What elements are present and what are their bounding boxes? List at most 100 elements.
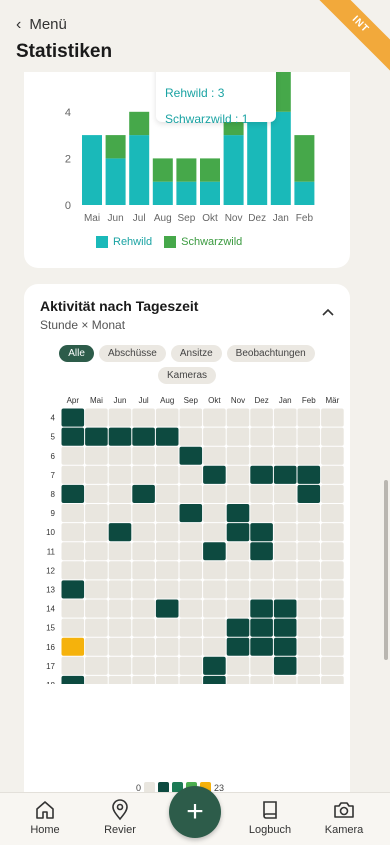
heatmap-cell[interactable]	[203, 637, 226, 656]
heatmap-cell[interactable]	[132, 580, 155, 599]
heatmap-cell[interactable]	[108, 484, 132, 503]
heatmap-cell[interactable]	[155, 656, 179, 675]
heatmap-cell[interactable]	[203, 656, 226, 675]
heatmap-cell[interactable]	[155, 484, 179, 503]
heatmap-cell[interactable]	[108, 504, 132, 523]
heatmap-cell[interactable]	[108, 427, 132, 446]
heatmap-cell[interactable]	[250, 484, 273, 503]
heatmap-cell[interactable]	[132, 523, 155, 542]
heatmap-cell[interactable]	[155, 618, 179, 637]
heatmap-cell[interactable]	[61, 465, 85, 484]
heatmap-cell[interactable]	[273, 656, 297, 675]
heatmap-cell[interactable]	[273, 637, 297, 656]
heatmap-cell[interactable]	[250, 542, 273, 561]
heatmap-cell[interactable]	[250, 618, 273, 637]
heatmap-cell[interactable]	[61, 675, 85, 684]
heatmap-cell[interactable]	[85, 637, 108, 656]
heatmap-cell[interactable]	[155, 465, 179, 484]
heatmap-cell[interactable]	[297, 656, 321, 675]
bar-rehwild[interactable]	[200, 181, 220, 205]
heatmap-cell[interactable]	[85, 580, 108, 599]
heatmap-cell[interactable]	[321, 561, 344, 580]
heatmap-cell[interactable]	[108, 542, 132, 561]
heatmap-cell[interactable]	[132, 542, 155, 561]
add-button[interactable]: +	[169, 786, 221, 838]
heatmap-cell[interactable]	[297, 523, 321, 542]
bar-rehwild[interactable]	[294, 181, 315, 205]
heatmap-cell[interactable]	[85, 504, 108, 523]
heatmap-cell[interactable]	[85, 561, 108, 580]
heatmap-cell[interactable]	[179, 446, 203, 465]
heatmap-cell[interactable]	[132, 656, 155, 675]
heatmap-cell[interactable]	[203, 580, 226, 599]
heatmap-cell[interactable]	[132, 408, 155, 427]
heatmap-cell[interactable]	[321, 599, 344, 618]
heatmap-cell[interactable]	[250, 580, 273, 599]
heatmap-cell[interactable]	[61, 618, 85, 637]
heatmap-cell[interactable]	[61, 561, 85, 580]
heatmap-cell[interactable]	[132, 484, 155, 503]
heatmap-cell[interactable]	[321, 523, 344, 542]
heatmap-cell[interactable]	[321, 656, 344, 675]
heatmap-cell[interactable]	[203, 408, 226, 427]
heatmap-cell[interactable]	[250, 637, 273, 656]
heatmap-cell[interactable]	[179, 484, 203, 503]
heatmap-cell[interactable]	[85, 675, 108, 684]
bar-schwarzwild[interactable]	[294, 135, 315, 182]
bar-schwarzwild[interactable]	[129, 111, 150, 136]
heatmap-cell[interactable]	[203, 427, 226, 446]
heatmap-cell[interactable]	[85, 542, 108, 561]
heatmap-cell[interactable]	[132, 427, 155, 446]
heatmap-cell[interactable]	[203, 561, 226, 580]
heatmap-cell[interactable]	[179, 637, 203, 656]
heatmap-cell[interactable]	[273, 618, 297, 637]
heatmap-cell[interactable]	[297, 580, 321, 599]
heatmap-cell[interactable]	[297, 618, 321, 637]
heatmap-cell[interactable]	[179, 542, 203, 561]
bar-rehwild[interactable]	[82, 135, 102, 205]
heatmap-cell[interactable]	[321, 427, 344, 446]
scrollbar[interactable]	[384, 480, 388, 660]
heatmap-cell[interactable]	[297, 446, 321, 465]
heatmap-cell[interactable]	[226, 656, 250, 675]
heatmap-cell[interactable]	[61, 523, 85, 542]
heatmap-cell[interactable]	[155, 408, 179, 427]
heatmap-cell[interactable]	[273, 408, 297, 427]
bar-rehwild[interactable]	[223, 135, 244, 205]
heatmap-cell[interactable]	[108, 446, 132, 465]
heatmap-cell[interactable]	[226, 427, 250, 446]
heatmap-cell[interactable]	[203, 675, 226, 684]
heatmap-cell[interactable]	[179, 675, 203, 684]
heatmap-cell[interactable]	[132, 561, 155, 580]
heatmap-cell[interactable]	[321, 484, 344, 503]
heatmap-cell[interactable]	[85, 408, 108, 427]
heatmap-cell[interactable]	[85, 656, 108, 675]
heatmap-cell[interactable]	[85, 446, 108, 465]
heatmap-cell[interactable]	[61, 446, 85, 465]
heatmap-cell[interactable]	[226, 599, 250, 618]
heatmap-cell[interactable]	[297, 427, 321, 446]
heatmap-cell[interactable]	[297, 408, 321, 427]
heatmap-cell[interactable]	[250, 523, 273, 542]
heatmap-cell[interactable]	[321, 542, 344, 561]
heatmap-cell[interactable]	[132, 599, 155, 618]
heatmap-cell[interactable]	[297, 542, 321, 561]
heatmap-cell[interactable]	[155, 427, 179, 446]
heatmap-cell[interactable]	[226, 446, 250, 465]
heatmap-cell[interactable]	[61, 504, 85, 523]
heatmap-cell[interactable]	[273, 599, 297, 618]
heatmap-cell[interactable]	[203, 484, 226, 503]
legend-rehwild[interactable]: Rehwild	[96, 236, 152, 248]
heatmap-cell[interactable]	[321, 637, 344, 656]
heatmap-cell[interactable]	[108, 580, 132, 599]
heatmap-cell[interactable]	[155, 542, 179, 561]
bar-rehwild[interactable]	[270, 111, 291, 205]
bar-rehwild[interactable]	[152, 181, 173, 205]
heatmap-cell[interactable]	[250, 446, 273, 465]
heatmap-cell[interactable]	[85, 427, 108, 446]
heatmap-cell[interactable]	[297, 637, 321, 656]
heatmap-cell[interactable]	[226, 618, 250, 637]
heatmap-cell[interactable]	[226, 561, 250, 580]
heatmap-cell[interactable]	[321, 504, 344, 523]
heatmap-cell[interactable]	[155, 561, 179, 580]
